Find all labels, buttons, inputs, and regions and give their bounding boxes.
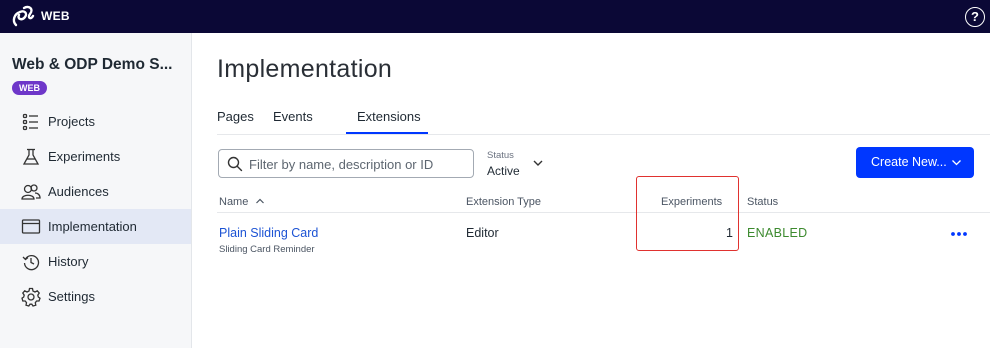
search-input[interactable] xyxy=(249,154,467,174)
extension-type: Editor xyxy=(466,226,499,240)
extension-description: Sliding Card Reminder xyxy=(219,244,315,255)
window-icon xyxy=(21,217,41,237)
list-icon xyxy=(21,112,41,132)
page-title: Implementation xyxy=(217,55,393,83)
search-box xyxy=(218,149,474,178)
help-icon[interactable]: ? xyxy=(965,7,985,27)
app-title: WEB xyxy=(41,9,70,23)
sidebar-item-label: Projects xyxy=(48,114,95,129)
sidebar-item-history[interactable]: History xyxy=(0,244,191,279)
sidebar-item-projects[interactable]: Projects xyxy=(0,104,191,139)
extension-name-link[interactable]: Plain Sliding Card xyxy=(219,226,318,240)
sidebar-item-audiences[interactable]: Audiences xyxy=(0,174,191,209)
sidebar-item-label: Implementation xyxy=(48,219,137,234)
column-header-extension-type[interactable]: Extension Type xyxy=(466,196,541,208)
history-icon xyxy=(21,252,41,272)
sidebar-item-label: Settings xyxy=(48,289,95,304)
tab-pages[interactable]: Pages xyxy=(217,109,254,124)
sidebar-item-experiments[interactable]: Experiments xyxy=(0,139,191,174)
people-icon xyxy=(21,182,41,202)
status-filter-caption: Status xyxy=(487,150,514,161)
flask-icon xyxy=(21,147,41,167)
chevron-down-icon xyxy=(952,160,961,166)
create-new-button[interactable]: Create New... xyxy=(856,147,974,178)
main-content: Implementation Pages Events Extensions S… xyxy=(192,33,990,348)
optimizely-logo-icon[interactable] xyxy=(10,4,36,30)
status-badge: ENABLED xyxy=(747,226,808,240)
tabs-divider xyxy=(217,134,990,135)
tab-events[interactable]: Events xyxy=(273,109,313,124)
table-header-divider xyxy=(217,212,990,213)
chevron-up-icon xyxy=(256,198,265,204)
column-header-name[interactable]: Name xyxy=(219,196,265,208)
column-header-name-label: Name xyxy=(219,196,249,208)
tab-extensions[interactable]: Extensions xyxy=(357,109,421,124)
column-header-status[interactable]: Status xyxy=(747,196,778,208)
sidebar-item-implementation[interactable]: Implementation xyxy=(0,209,191,244)
sidebar-item-label: History xyxy=(48,254,89,269)
sidebar-item-label: Audiences xyxy=(48,184,109,199)
experiments-highlight-box xyxy=(636,176,739,251)
more-options-icon[interactable] xyxy=(950,226,968,240)
sidebar: Web & ODP Demo S... WEB Projects Experim… xyxy=(0,33,192,348)
sidebar-item-settings[interactable]: Settings xyxy=(0,279,191,314)
project-badge: WEB xyxy=(12,81,47,95)
status-filter-value: Active xyxy=(487,164,520,178)
project-name[interactable]: Web & ODP Demo S... xyxy=(12,56,173,74)
top-bar: WEB ? xyxy=(0,0,990,33)
search-icon xyxy=(227,156,243,172)
gear-icon xyxy=(21,287,41,307)
chevron-down-icon xyxy=(533,160,543,166)
sidebar-item-label: Experiments xyxy=(48,149,121,164)
status-filter-dropdown[interactable]: Status Active xyxy=(486,149,556,179)
create-new-label: Create New... xyxy=(871,155,947,169)
